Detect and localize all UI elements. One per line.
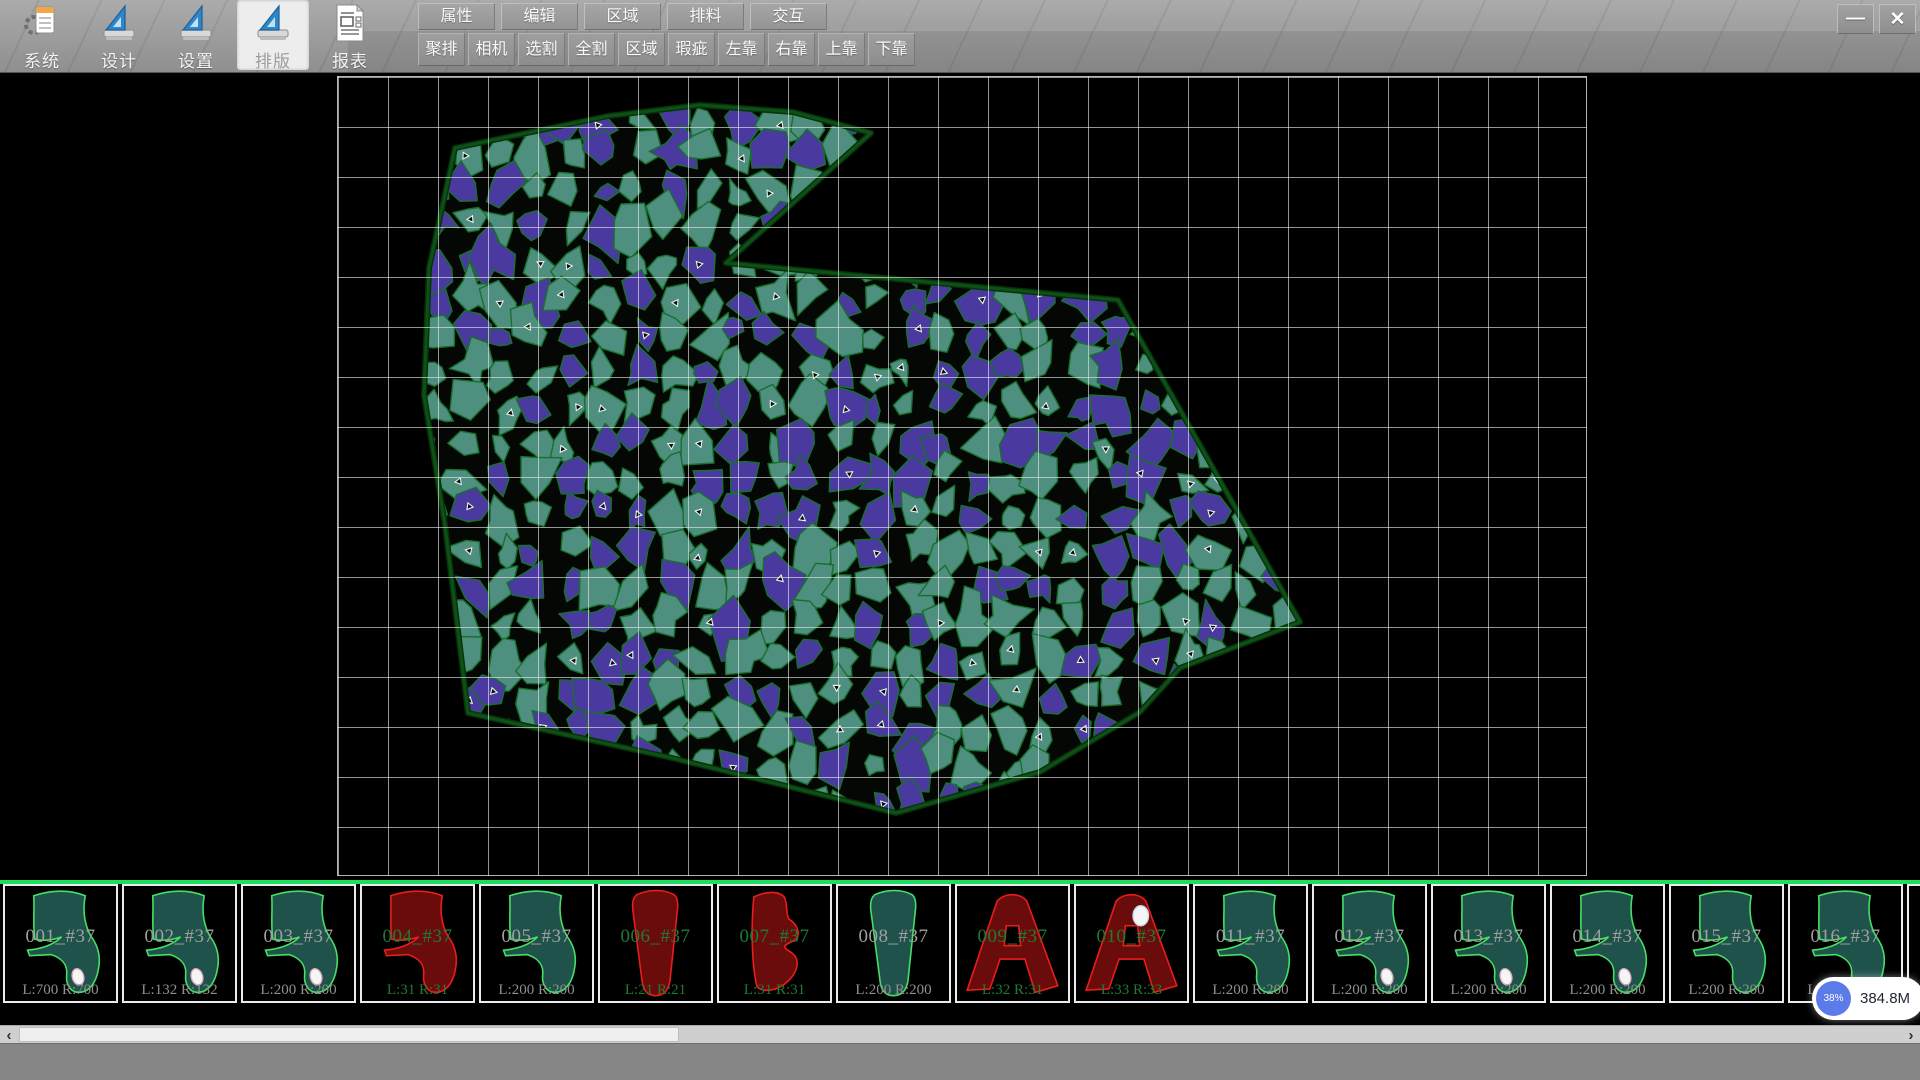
- piece-thumbnail-008_#37[interactable]: 008_#37 L:200 R:200: [836, 884, 951, 1003]
- piece-thumbnail-012_#37[interactable]: 012_#37 L:200 R:200: [1312, 884, 1427, 1003]
- scroll-left-arrow[interactable]: ‹: [0, 1026, 18, 1044]
- tool-item-4[interactable]: 全割: [568, 33, 615, 66]
- piece-shape: [366, 888, 469, 999]
- piece-shape: [961, 888, 1064, 999]
- piece-shape: [842, 888, 945, 999]
- piece-thumbnail-004_#37[interactable]: 004_#37 L:31 R:31: [360, 884, 475, 1003]
- piece-shape: [1437, 888, 1540, 999]
- scrollbar-thumb[interactable]: [19, 1027, 679, 1042]
- bottom-gap: [0, 1005, 1920, 1025]
- memory-value-label: 384.8M: [1860, 990, 1910, 1007]
- app-mode-label: 排版: [255, 47, 291, 72]
- piece-shape: [723, 888, 826, 999]
- piece-thumbnail-005_#37[interactable]: 005_#37 L:200 R:200: [479, 884, 594, 1003]
- nested-hide-drawing: [0, 72, 1920, 880]
- tool-item-2[interactable]: 相机: [468, 33, 515, 66]
- piece-thumbnail-015_#37[interactable]: 015_#37 L:200 R:200: [1669, 884, 1784, 1003]
- piece-thumbnail-013_#37[interactable]: 013_#37 L:200 R:200: [1431, 884, 1546, 1003]
- piece-shape: [485, 888, 588, 999]
- tool-item-8[interactable]: 右靠: [768, 33, 815, 66]
- piece-shape: [1318, 888, 1421, 999]
- menu-item-1[interactable]: 属性: [418, 3, 495, 30]
- piece-thumbnail-001_#37[interactable]: 001_#37 L:700 R:700: [3, 884, 118, 1003]
- tool-item-5[interactable]: 区域: [618, 33, 665, 66]
- piece-shape: [1675, 888, 1778, 999]
- tool-item-6[interactable]: 瑕疵: [668, 33, 715, 66]
- piece-shape: [128, 888, 231, 999]
- tool-row: 聚排相机选割全割区域瑕疵左靠右靠上靠下靠: [418, 33, 915, 66]
- app-mode-label: 设置: [178, 47, 214, 72]
- menu-row: 属性编辑区域排料交互: [418, 3, 827, 30]
- piece-thumbnail-003_#37[interactable]: 003_#37 L:200 R:200: [241, 884, 356, 1003]
- app-mode-button-5[interactable]: 报表: [314, 0, 386, 70]
- piece-thumbnail-006_#37[interactable]: 006_#37 L:21 R:21: [598, 884, 713, 1003]
- set-square-icon: [176, 3, 216, 43]
- piece-thumbnail-010_#37[interactable]: 010_#37 L:33 R:33: [1074, 884, 1189, 1003]
- set-square-icon: [253, 3, 293, 43]
- tool-item-9[interactable]: 上靠: [818, 33, 865, 66]
- tool-item-1[interactable]: 聚排: [418, 33, 465, 66]
- app-mode-label: 报表: [332, 47, 368, 72]
- app-mode-button-2[interactable]: 设计: [83, 0, 155, 70]
- piece-shape: [9, 888, 112, 999]
- nesting-canvas[interactable]: [0, 72, 1920, 880]
- menu-item-4[interactable]: 排料: [667, 3, 744, 30]
- app-mode-button-4[interactable]: 排版: [237, 0, 309, 70]
- piece-thumbnail-014_#37[interactable]: 014_#37 L:200 R:200: [1550, 884, 1665, 1003]
- piece-shape: [247, 888, 350, 999]
- status-bar: [0, 1043, 1920, 1080]
- app-mode-label: 设计: [101, 47, 137, 72]
- piece-thumbnail-007_#37[interactable]: 007_#37 L:31 R:31: [717, 884, 832, 1003]
- app-mode-buttons: 系统 设计 设置 排版 报表: [6, 0, 386, 72]
- nesting-app-window: 系统 设计 设置 排版 报表 属性编辑区域排料交互 聚排相机选割全割区域瑕疵左靠…: [0, 0, 1920, 1080]
- piece-thumbnail-strip: 001_#37 L:700 R:700 002_#37 L:132 R:132 …: [0, 884, 1920, 1005]
- horizontal-scrollbar[interactable]: ‹ ›: [0, 1025, 1920, 1043]
- scroll-right-arrow[interactable]: ›: [1902, 1026, 1920, 1044]
- menu-item-3[interactable]: 区域: [584, 3, 661, 30]
- tool-item-3[interactable]: 选割: [518, 33, 565, 66]
- tool-item-10[interactable]: 下靠: [868, 33, 915, 66]
- memory-usage-badge: 38% 384.8M: [1812, 977, 1920, 1020]
- piece-thumbnail-002_#37[interactable]: 002_#37 L:132 R:132: [122, 884, 237, 1003]
- piece-shape: [604, 888, 707, 999]
- toolbar: 系统 设计 设置 排版 报表 属性编辑区域排料交互 聚排相机选割全割区域瑕疵左靠…: [0, 0, 1920, 73]
- piece-shape: [1199, 888, 1302, 999]
- set-square-icon: [99, 3, 139, 43]
- piece-shape: [1080, 888, 1183, 999]
- window-controls: — ✕: [1837, 4, 1916, 34]
- piece-shape: [1556, 888, 1659, 999]
- piece-thumbnail-009_#37[interactable]: 009_#37 L:32 R:31: [955, 884, 1070, 1003]
- tool-item-7[interactable]: 左靠: [718, 33, 765, 66]
- menu-item-2[interactable]: 编辑: [501, 3, 578, 30]
- app-mode-button-1[interactable]: 系统: [6, 0, 78, 70]
- menu-item-5[interactable]: 交互: [750, 3, 827, 30]
- report-icon: [330, 3, 370, 43]
- memory-percent-indicator: 38%: [1816, 981, 1851, 1016]
- close-button[interactable]: ✕: [1879, 4, 1916, 34]
- minimize-button[interactable]: —: [1837, 4, 1874, 34]
- system-gear-icon: [22, 3, 62, 43]
- app-mode-button-3[interactable]: 设置: [160, 0, 232, 70]
- piece-thumbnail-011_#37[interactable]: 011_#37 L:200 R:200: [1193, 884, 1308, 1003]
- app-mode-label: 系统: [24, 47, 60, 72]
